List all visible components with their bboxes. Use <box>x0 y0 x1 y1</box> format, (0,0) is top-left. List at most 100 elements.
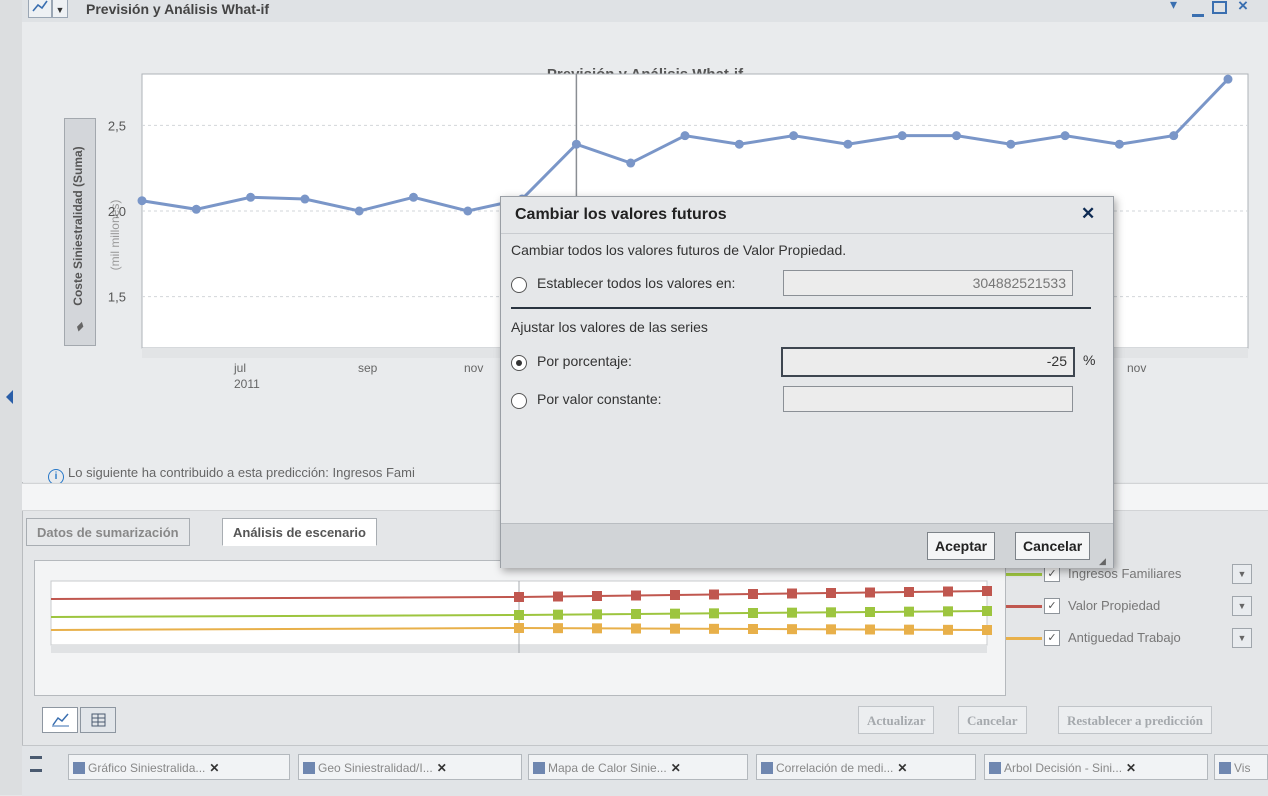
percent-radio[interactable] <box>511 355 527 371</box>
data-point <box>789 131 799 141</box>
legend-line <box>1006 637 1042 640</box>
data-point <box>1223 74 1233 84</box>
series-options-icon[interactable]: ▼ <box>1232 596 1252 616</box>
legend-line <box>1006 573 1042 576</box>
line-view-button[interactable] <box>42 707 78 733</box>
dialog-title: Cambiar los valores futuros <box>515 206 727 223</box>
task-grafico-siniestralidad[interactable]: Gráfico Siniestralida... ✕ <box>68 754 290 780</box>
mini-data-marker <box>631 623 641 634</box>
tab-datos-sumarizacion[interactable]: Datos de sumarización <box>26 518 190 546</box>
mini-data-marker <box>826 588 836 598</box>
constant-value-field[interactable] <box>783 386 1073 412</box>
legend-label: Ingresos Familiares <box>1068 566 1182 581</box>
mini-data-marker <box>904 587 914 597</box>
task-vis[interactable]: Vis <box>1214 754 1268 780</box>
left-dock-strip <box>0 0 23 795</box>
x-tick-label: 2011 <box>234 377 260 391</box>
series-checkbox[interactable]: ✓ <box>1044 598 1060 614</box>
table-view-button[interactable] <box>80 707 116 733</box>
chart-icon <box>73 762 85 774</box>
collapse-arrow-icon[interactable] <box>6 390 13 404</box>
x-tick-label: jul <box>233 361 246 375</box>
mini-data-marker <box>787 588 797 599</box>
mini-data-marker <box>553 609 563 620</box>
change-future-values-dialog: Cambiar los valores futuros ✕ Cambiar to… <box>500 196 1114 568</box>
cancel-button[interactable]: Cancelar <box>1015 532 1091 560</box>
contribution-info: i Lo siguiente ha contribuido a esta pred… <box>48 465 415 485</box>
series-checkbox[interactable]: ✓ <box>1044 630 1060 646</box>
mini-data-marker <box>670 608 680 619</box>
percent-field[interactable]: -25 <box>781 347 1075 377</box>
task-mapa-calor[interactable]: Mapa de Calor Sinie... ✕ <box>528 754 748 780</box>
resize-grip-icon[interactable]: ◢ <box>1099 556 1106 567</box>
mini-data-marker <box>982 606 992 616</box>
table-icon <box>1219 762 1231 774</box>
data-point <box>1169 131 1179 141</box>
set-all-radio[interactable] <box>511 277 527 293</box>
chart-type-icon[interactable] <box>28 0 52 18</box>
mini-data-marker <box>553 591 563 602</box>
constant-label: Por valor constante: <box>537 391 662 407</box>
close-icon[interactable]: ✕ <box>671 761 681 775</box>
close-icon[interactable]: ✕ <box>437 761 447 775</box>
data-point <box>409 192 418 202</box>
series-checkbox[interactable]: ✓ <box>1044 566 1060 582</box>
window-title: Previsión y Análisis What-if <box>86 1 270 17</box>
tree-icon <box>989 762 1001 774</box>
close-icon[interactable]: ✕ <box>1126 761 1136 775</box>
mini-data-marker <box>709 608 719 619</box>
tab-analisis-escenario[interactable]: Análisis de escenario <box>222 518 377 546</box>
series-options-icon[interactable]: ▼ <box>1232 564 1252 584</box>
mini-data-marker <box>592 609 602 620</box>
percent-unit: % <box>1083 352 1096 368</box>
close-icon[interactable]: ✕ <box>1081 204 1095 224</box>
mini-data-marker <box>709 589 719 600</box>
set-all-label: Establecer todos los valores en: <box>537 275 736 291</box>
task-correlacion[interactable]: Correlación de medi... ✕ <box>756 754 976 780</box>
series-options-icon[interactable]: ▼ <box>1232 628 1252 648</box>
data-point <box>463 206 473 216</box>
mini-data-marker <box>787 607 797 618</box>
mini-data-marker <box>865 587 875 598</box>
data-point <box>300 194 310 204</box>
legend-label: Valor Propiedad <box>1068 598 1161 613</box>
reset-prediction-button[interactable]: Restablecer a predicción <box>1058 706 1212 734</box>
mini-data-marker <box>631 590 641 601</box>
update-button[interactable]: Actualizar <box>858 706 935 734</box>
data-point <box>952 131 961 141</box>
mini-data-marker <box>865 624 875 635</box>
pin-icon[interactable]: ▾ <box>1170 0 1177 13</box>
heatmap-icon <box>533 762 545 774</box>
data-point <box>897 131 907 141</box>
data-point <box>1006 139 1016 149</box>
mini-data-marker <box>943 624 953 635</box>
accept-button[interactable]: Aceptar <box>927 532 996 560</box>
data-point <box>626 158 636 168</box>
close-icon[interactable]: × <box>1238 0 1248 16</box>
x-tick-label: sep <box>358 361 378 375</box>
constant-radio[interactable] <box>511 393 527 409</box>
close-icon[interactable]: ✕ <box>897 761 907 775</box>
set-all-value-field[interactable]: 304882521533 <box>783 270 1073 296</box>
mini-data-marker <box>943 606 953 617</box>
maximize-icon[interactable] <box>1212 1 1227 14</box>
adjust-section-label: Ajustar los valores de las series <box>511 319 708 335</box>
task-arbol-decision[interactable]: Arbol Decisión - Sini... ✕ <box>984 754 1208 780</box>
stack-icon[interactable] <box>30 756 42 772</box>
mini-data-marker <box>592 591 602 601</box>
data-point <box>680 131 690 141</box>
task-geo-siniestralidad[interactable]: Geo Siniestralidad/I... ✕ <box>298 754 522 780</box>
mini-data-marker <box>553 623 563 634</box>
mini-data-marker <box>787 624 797 635</box>
mini-data-marker <box>982 586 992 596</box>
cancel-scenario-button[interactable]: Cancelar <box>958 706 1027 734</box>
data-point <box>246 192 256 202</box>
close-icon[interactable]: ✕ <box>209 761 219 775</box>
scenario-series-lines[interactable] <box>35 561 1005 695</box>
mini-data-marker <box>943 586 953 597</box>
y-tick-label: 2,5 <box>108 118 126 133</box>
chart-type-dropdown-icon[interactable]: ▼ <box>52 0 68 18</box>
minimize-icon[interactable] <box>1192 0 1204 17</box>
chart-icon <box>761 762 773 774</box>
dialog-intro: Cambiar todos los valores futuros de Val… <box>511 242 847 258</box>
